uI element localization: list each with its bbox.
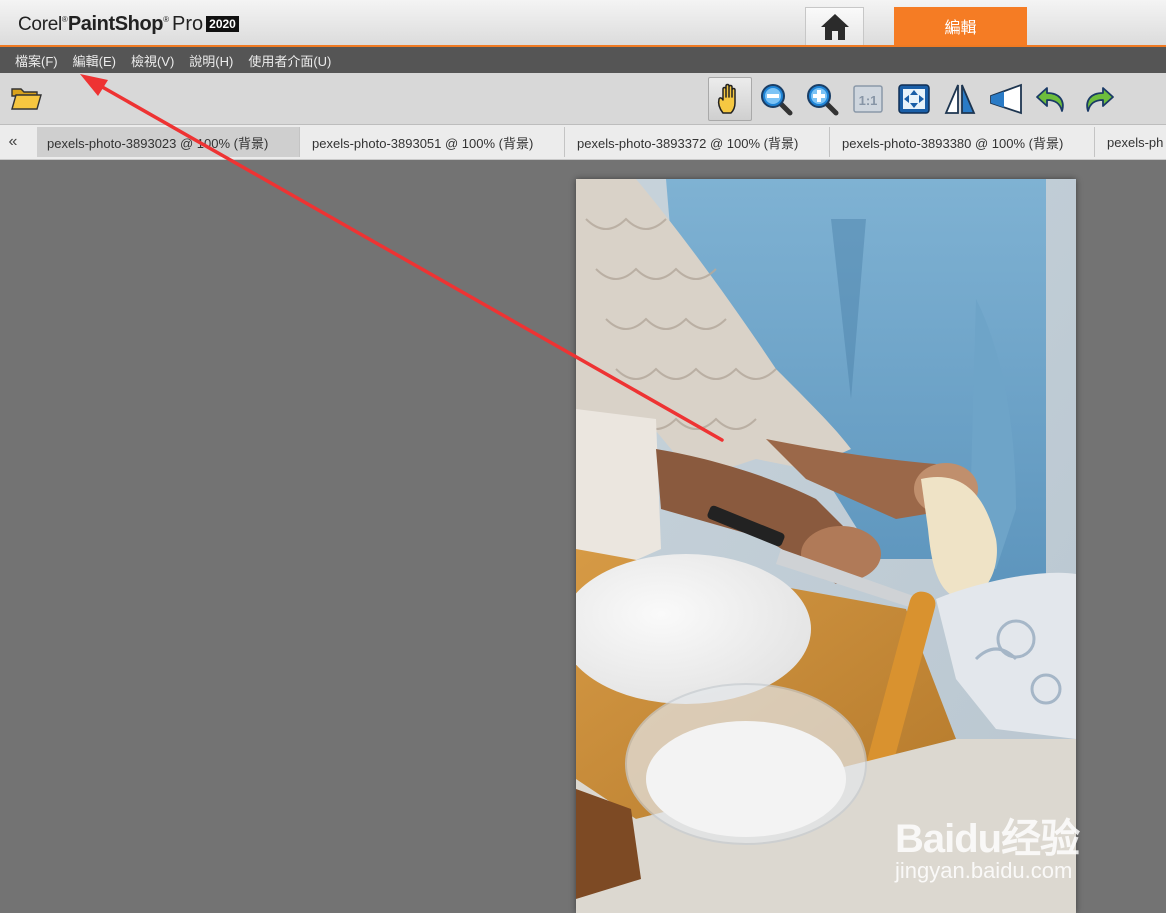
toolbar: 1:1 <box>0 73 1166 125</box>
menu-bar: 檔案(F) 編輯(E) 檢視(V) 說明(H) 使用者介面(U) <box>0 47 1166 73</box>
open-file-button[interactable] <box>9 83 43 113</box>
actual-size-label: 1:1 <box>859 93 878 108</box>
zoom-out-icon <box>761 84 793 116</box>
watermark-url: jingyan.baidu.com <box>895 858 1073 883</box>
redo-icon <box>1086 87 1114 112</box>
document-tab-bar: « pexels-photo-3893023 @ 100% (背景) pexel… <box>0 125 1166 160</box>
undo-icon <box>1036 87 1064 112</box>
baidu-watermark: Baidu经验 jingyan.baidu.com <box>895 800 1110 895</box>
logo-paintshop: PaintShop <box>67 13 164 35</box>
logo-year: 2020 <box>206 16 239 32</box>
menu-help[interactable]: 說明(H) <box>189 51 233 70</box>
menu-file[interactable]: 檔案(F) <box>15 51 58 70</box>
edit-workspace-tab[interactable]: 編輯 <box>894 7 1027 45</box>
logo-corel: Corel <box>18 14 62 35</box>
document-tab-3[interactable]: pexels-photo-3893372 @ 100% (背景) <box>567 127 830 157</box>
document-tab-2[interactable]: pexels-photo-3893051 @ 100% (背景) <box>302 127 565 157</box>
perspective-button[interactable] <box>984 77 1028 121</box>
title-bar: Corel ® PaintShop ® Pro 2020 編輯 <box>0 0 1166 47</box>
logo-pro: Pro <box>172 13 204 35</box>
document-tab-label: pexels-ph <box>1107 134 1164 150</box>
document-tab-label: pexels-photo-3893380 @ 100% (背景) <box>842 135 1064 151</box>
actual-size-icon: 1:1 <box>853 85 883 113</box>
watermark-brand: Baidu经验 <box>895 817 1080 861</box>
menu-edit[interactable]: 編輯(E) <box>73 51 116 70</box>
document-tab-5[interactable]: pexels-ph <box>1097 127 1166 157</box>
tab-scroll-left-button[interactable]: « <box>0 125 26 159</box>
pan-tool-button[interactable] <box>708 77 752 121</box>
zoom-in-icon <box>807 84 839 116</box>
actual-size-button[interactable]: 1:1 <box>846 77 890 121</box>
menu-user-interface[interactable]: 使用者介面(U) <box>248 51 331 70</box>
perspective-icon <box>990 83 1022 115</box>
fit-to-window-button[interactable] <box>892 77 936 121</box>
document-tab-label: pexels-photo-3893051 @ 100% (背景) <box>312 135 534 151</box>
document-tab-1[interactable]: pexels-photo-3893023 @ 100% (背景) <box>37 127 300 157</box>
zoom-in-button[interactable] <box>800 77 844 121</box>
document-tab-4[interactable]: pexels-photo-3893380 @ 100% (背景) <box>832 127 1095 157</box>
pan-hand-icon <box>717 83 736 114</box>
fit-to-window-icon <box>898 84 930 114</box>
app-logo: Corel ® PaintShop ® Pro 2020 <box>18 13 239 35</box>
menu-view[interactable]: 檢視(V) <box>131 51 174 70</box>
document-tab-label: pexels-photo-3893023 @ 100% (背景) <box>47 135 269 151</box>
home-button[interactable] <box>805 7 864 45</box>
zoom-out-button[interactable] <box>754 77 798 121</box>
folder-open-icon <box>11 88 42 110</box>
flip-icon <box>944 84 976 114</box>
home-icon <box>820 13 849 40</box>
undo-button[interactable] <box>1030 77 1074 121</box>
redo-button[interactable] <box>1076 77 1120 121</box>
flip-button[interactable] <box>938 77 982 121</box>
document-tab-label: pexels-photo-3893372 @ 100% (背景) <box>577 135 799 151</box>
